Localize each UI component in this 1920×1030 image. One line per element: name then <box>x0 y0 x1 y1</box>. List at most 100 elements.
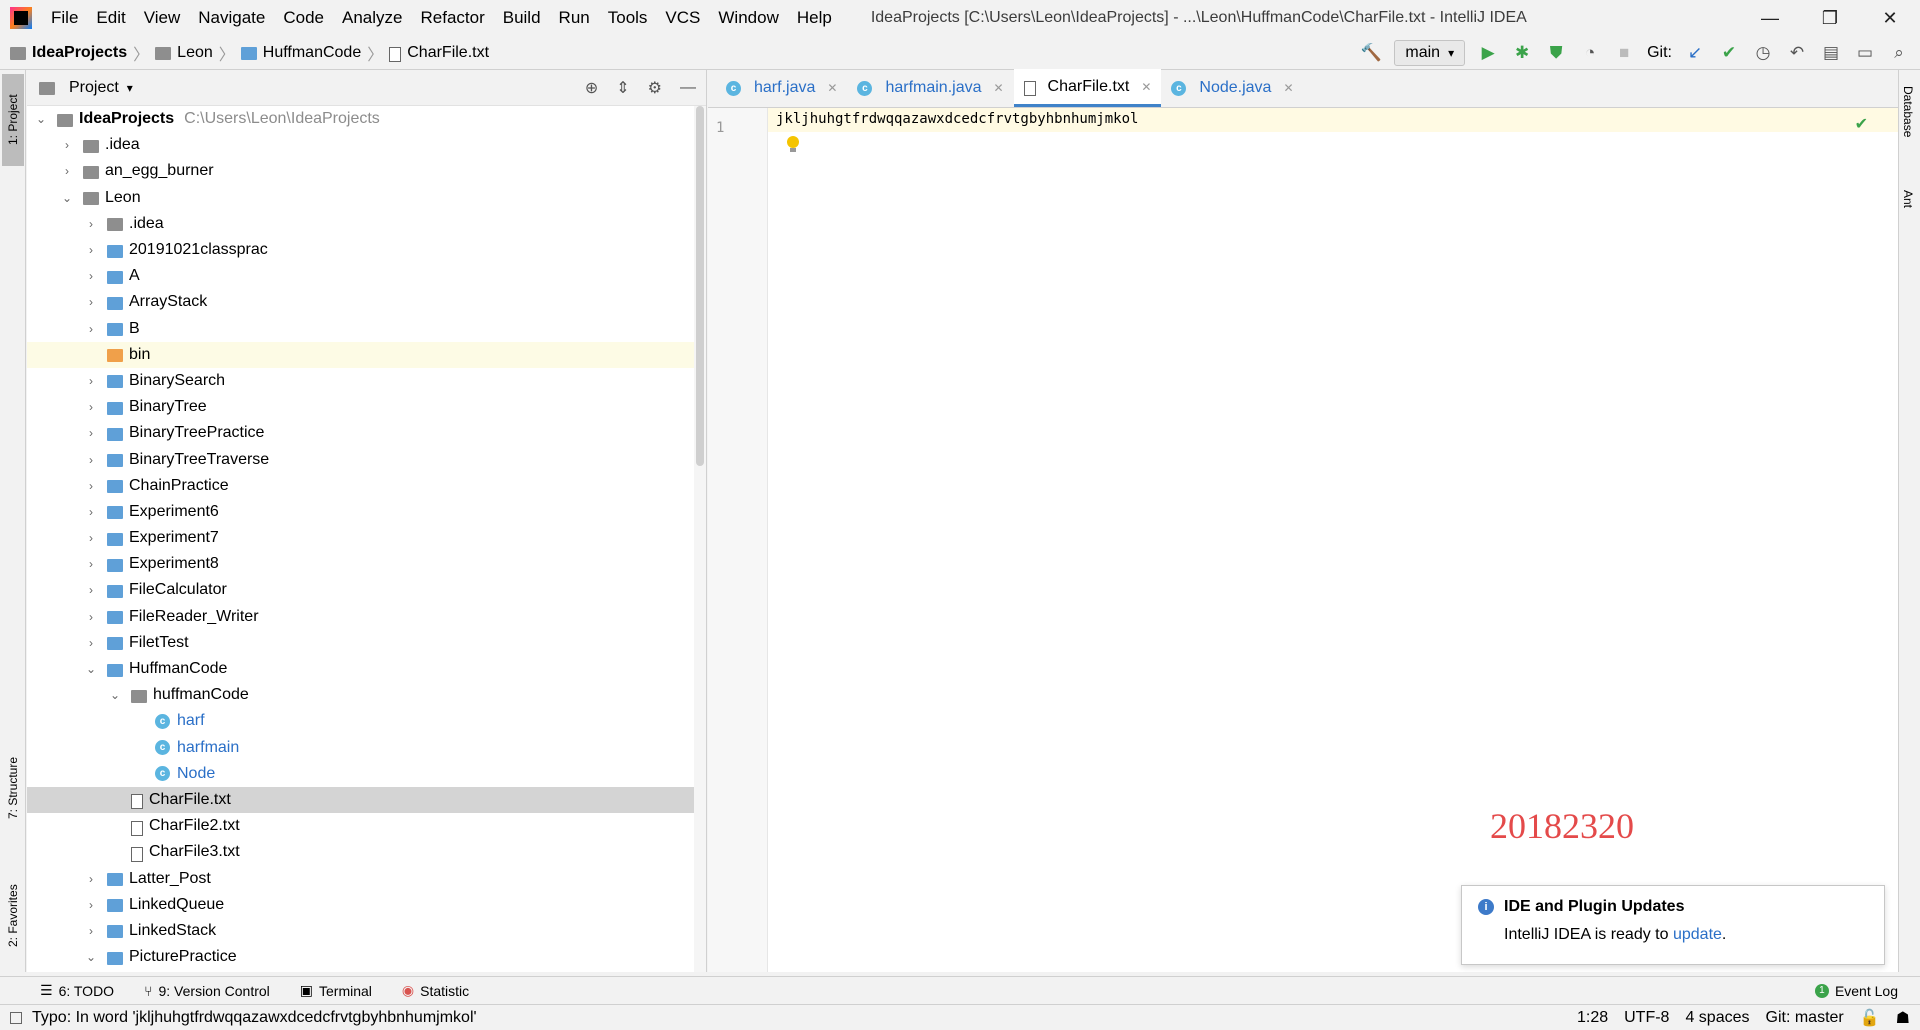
tree-item[interactable]: CharFile.txt <box>27 786 706 814</box>
project-view-selector[interactable]: Project <box>69 79 119 97</box>
tree-item[interactable]: › an_egg_burner <box>27 158 706 184</box>
git-branch[interactable]: Git: master <box>1766 1009 1844 1027</box>
breadcrumb-leon[interactable]: Leon <box>177 44 213 62</box>
chevron-right-icon[interactable]: › <box>83 610 99 624</box>
menu-navigate[interactable]: Navigate <box>189 8 274 28</box>
tree-item[interactable]: CharFile2.txt <box>27 813 706 839</box>
scrollbar-thumb[interactable] <box>696 106 704 466</box>
menu-refactor[interactable]: Refactor <box>411 8 493 28</box>
tree-item[interactable]: › 20191021classprac <box>27 237 706 263</box>
rollback-icon[interactable]: ↶ <box>1786 42 1808 64</box>
menu-run[interactable]: Run <box>550 8 599 28</box>
hide-panel-icon[interactable]: — <box>680 79 696 97</box>
tree-item[interactable]: ⌄ PicturePractice <box>27 944 706 970</box>
tree-item[interactable]: › BinaryTreeTraverse <box>27 446 706 472</box>
editor-tab[interactable]: c harfmain.java ✕ <box>847 69 1013 107</box>
ant-tool-button[interactable]: Ant <box>1901 190 1915 208</box>
chevron-right-icon[interactable]: › <box>83 217 99 231</box>
favorites-tool-button[interactable]: 2: Favorites <box>2 866 24 966</box>
menu-vcs[interactable]: VCS <box>656 8 709 28</box>
minimize-button[interactable]: — <box>1740 0 1800 36</box>
chevron-right-icon[interactable]: › <box>83 872 99 886</box>
tree-item[interactable]: ⌄ Leon <box>27 185 706 211</box>
chevron-right-icon[interactable]: › <box>83 583 99 597</box>
menu-view[interactable]: View <box>135 8 190 28</box>
tree-item[interactable]: › Experiment7 <box>27 525 706 551</box>
tree-item[interactable]: › FileCalculator <box>27 577 706 603</box>
menu-code[interactable]: Code <box>274 8 333 28</box>
tree-item[interactable]: › B <box>27 316 706 342</box>
tree-item[interactable]: › FileReader_Writer <box>27 604 706 630</box>
coverage-icon[interactable]: ⛊ <box>1545 42 1567 64</box>
structure-tool-button[interactable]: 7: Structure <box>2 740 24 836</box>
tree-item[interactable]: › Experiment6 <box>27 499 706 525</box>
tree-item[interactable]: CharFile3.txt <box>27 839 706 865</box>
tree-item[interactable]: ⌄ huffmanCode <box>27 682 706 708</box>
tree-item[interactable]: › ArrayStack <box>27 289 706 315</box>
editor-tab[interactable]: c harf.java ✕ <box>716 69 847 107</box>
event-log-button[interactable]: 1 Event Log <box>1814 977 1898 1005</box>
inspector-icon[interactable]: ☗ <box>1896 1008 1910 1028</box>
chevron-right-icon[interactable]: › <box>83 531 99 545</box>
chevron-right-icon[interactable]: › <box>83 924 99 938</box>
tree-root[interactable]: ⌄ IdeaProjects C:\Users\Leon\IdeaProject… <box>27 106 706 132</box>
tree-item[interactable]: › FiletTest <box>27 630 706 656</box>
chevron-right-icon[interactable]: › <box>83 400 99 414</box>
editor-tab[interactable]: c Node.java ✕ <box>1161 69 1303 107</box>
tree-item[interactable]: › Latter_Post <box>27 865 706 891</box>
search-icon[interactable]: ⌕ <box>1888 42 1910 64</box>
menu-tools[interactable]: Tools <box>599 8 657 28</box>
maximize-button[interactable]: ❐ <box>1800 0 1860 36</box>
chevron-right-icon[interactable]: › <box>83 243 99 257</box>
toggle-tool-windows-icon[interactable] <box>10 1011 22 1024</box>
update-link[interactable]: update <box>1673 926 1722 943</box>
tree-item[interactable]: › .idea <box>27 211 706 237</box>
file-encoding[interactable]: UTF-8 <box>1624 1009 1669 1027</box>
profile-icon[interactable]: ◔ <box>1579 42 1601 64</box>
run-configuration-select[interactable]: main ▾ <box>1394 40 1466 66</box>
statistic-tool-button[interactable]: ◉ Statistic <box>402 982 469 999</box>
chevron-right-icon[interactable]: › <box>83 322 99 336</box>
terminal-window-icon[interactable]: ▭ <box>1854 42 1876 64</box>
chevron-right-icon[interactable]: › <box>83 636 99 650</box>
tree-item[interactable]: › BinaryTree <box>27 394 706 420</box>
version-control-tool-button[interactable]: ⑂ 9: Version Control <box>144 983 270 999</box>
terminal-tool-button[interactable]: ▣ Terminal <box>300 982 372 999</box>
close-tab-icon[interactable]: ✕ <box>1141 80 1151 94</box>
chevron-right-icon[interactable]: › <box>83 374 99 388</box>
tree-item[interactable]: › ChainPractice <box>27 473 706 499</box>
tree-item[interactable]: › LinkedStack <box>27 918 706 944</box>
chevron-right-icon[interactable]: › <box>83 557 99 571</box>
chevron-right-icon[interactable]: › <box>59 164 75 178</box>
tree-item[interactable]: › LinkedQueue <box>27 892 706 918</box>
tree-item[interactable]: › BinarySearch <box>27 368 706 394</box>
project-tool-button[interactable]: 1: Project <box>2 74 24 166</box>
chevron-right-icon[interactable]: › <box>83 426 99 440</box>
git-update-icon[interactable]: ↙ <box>1684 42 1706 64</box>
lock-icon[interactable]: 🔓 <box>1860 1008 1880 1028</box>
chevron-right-icon[interactable]: › <box>83 479 99 493</box>
database-tool-button[interactable]: Database <box>1901 86 1915 137</box>
chevron-down-icon[interactable]: ⌄ <box>83 950 99 964</box>
tree-item[interactable]: c Node <box>27 761 706 787</box>
gear-icon[interactable]: ⚙ <box>648 78 662 98</box>
indent-setting[interactable]: 4 spaces <box>1685 1009 1749 1027</box>
menu-edit[interactable]: Edit <box>87 8 134 28</box>
chevron-right-icon[interactable]: › <box>59 138 75 152</box>
tree-item[interactable]: c harfmain <box>27 735 706 761</box>
inspection-ok-icon[interactable]: ✔ <box>1855 114 1868 134</box>
chevron-down-icon[interactable]: ▾ <box>127 81 133 95</box>
chevron-down-icon[interactable]: ⌄ <box>107 688 123 702</box>
chevron-right-icon[interactable]: › <box>83 269 99 283</box>
menu-window[interactable]: Window <box>709 8 787 28</box>
close-tab-icon[interactable]: ✕ <box>827 81 837 95</box>
code-line[interactable]: jkljhuhgtfrdwqqazawxdcedcfrvtgbyhbnhumjm… <box>776 111 1138 127</box>
tree-item[interactable]: c harf <box>27 708 706 734</box>
chevron-right-icon[interactable]: › <box>83 505 99 519</box>
locate-file-icon[interactable]: ⊕ <box>585 78 598 98</box>
editor-tab[interactable]: CharFile.txt ✕ <box>1013 69 1162 107</box>
tree-item[interactable]: › Experiment8 <box>27 551 706 577</box>
chevron-down-icon[interactable]: ⌄ <box>83 662 99 676</box>
tree-item[interactable]: ⌄ HuffmanCode <box>27 656 706 682</box>
build-hammer-icon[interactable]: 🔨 <box>1360 42 1382 64</box>
